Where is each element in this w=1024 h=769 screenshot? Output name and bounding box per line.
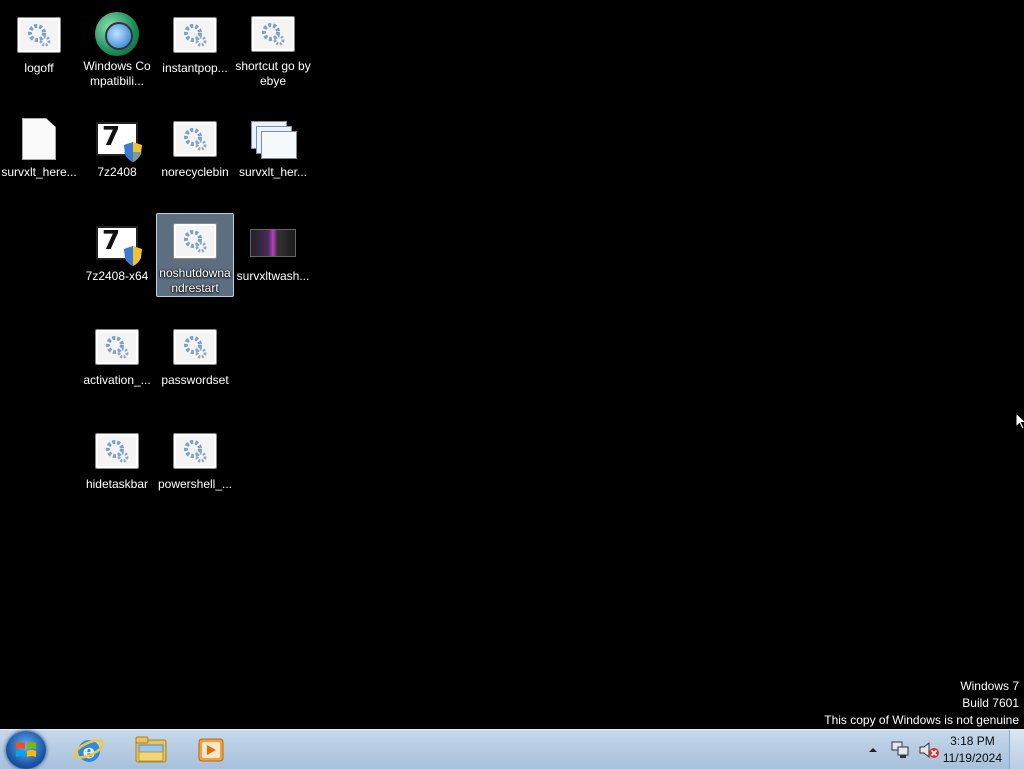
desktop[interactable]: logoff survxlt_here... Windows Compatibi… xyxy=(0,0,1024,729)
icon-label: shortcut go byebye xyxy=(235,59,311,88)
icon-label: passwordset xyxy=(161,373,229,387)
desktop-icon-noshutdownandrestart[interactable]: noshutdownandrestart xyxy=(156,213,234,297)
desktop-icon-survxlt-here[interactable]: survxlt_here... xyxy=(0,110,78,194)
media-player-icon xyxy=(198,738,224,761)
icon-label: 7z2408 xyxy=(97,165,137,179)
taskbar-internet-explorer[interactable]: e xyxy=(60,731,118,768)
script-icon xyxy=(171,218,219,264)
notification-area xyxy=(866,730,940,769)
mouse-cursor-icon xyxy=(1015,412,1024,430)
desktop-icon-survxltwash[interactable]: survxltwash... xyxy=(234,214,312,298)
taskbar[interactable]: e 3:18 PM 11/19/2024 xyxy=(0,729,1024,769)
blank-file-icon xyxy=(15,115,63,163)
taskbar-windows-explorer[interactable] xyxy=(122,731,180,768)
script-icon xyxy=(171,323,219,371)
desktop-icon-hidetaskbar[interactable]: hidetaskbar xyxy=(78,422,156,506)
windows-logo-icon xyxy=(16,742,36,757)
desktop-icon-norecyclebin[interactable]: norecyclebin xyxy=(156,110,234,194)
script-icon xyxy=(93,427,141,475)
show-hidden-icons-chevron-icon[interactable] xyxy=(866,743,880,757)
genuine-watermark: Windows 7 Build 7601 This copy of Window… xyxy=(824,678,1019,729)
desktop-icon-powershell[interactable]: powershell_... xyxy=(156,422,234,506)
icon-label: powershell_... xyxy=(157,477,233,491)
icon-label: logoff xyxy=(24,61,54,75)
network-icon[interactable] xyxy=(890,740,912,760)
icon-label: 7z2408-x64 xyxy=(85,269,149,283)
desktop-icon-instantpop[interactable]: instantpop... xyxy=(156,6,234,90)
icon-label: instantpop... xyxy=(162,61,228,75)
script-icon xyxy=(171,11,219,59)
script-icon xyxy=(93,323,141,371)
icon-label: survxltwash... xyxy=(236,269,310,283)
desktop-icon-7z2408[interactable]: 7 7z2408 xyxy=(78,110,156,194)
image-thumbnail-icon xyxy=(249,219,297,267)
icon-label: norecyclebin xyxy=(161,165,229,179)
watermark-build: Build 7601 xyxy=(962,696,1019,710)
icon-label: survxlt_here... xyxy=(1,165,77,179)
start-button[interactable] xyxy=(6,731,46,769)
internet-explorer-icon: e xyxy=(73,739,105,763)
icon-label: hidetaskbar xyxy=(85,477,149,491)
script-icon xyxy=(249,11,297,57)
icon-label: noshutdownandrestart xyxy=(159,266,231,295)
windows-explorer-icon xyxy=(135,736,167,762)
program-compatibility-icon xyxy=(93,11,141,57)
script-icon xyxy=(15,11,63,59)
show-desktop-button[interactable] xyxy=(1009,730,1024,769)
window-stack-icon xyxy=(249,115,297,163)
desktop-icon-passwordset[interactable]: passwordset xyxy=(156,318,234,402)
volume-muted-icon[interactable] xyxy=(918,740,940,760)
watermark-os: Windows 7 xyxy=(960,679,1019,693)
7zip-installer-icon: 7 xyxy=(93,219,142,267)
icon-label: survxlt_her... xyxy=(238,165,308,179)
clock[interactable]: 3:18 PM 11/19/2024 xyxy=(943,733,1002,767)
clock-date: 11/19/2024 xyxy=(942,751,1002,765)
desktop-icon-survxlt-her[interactable]: survxlt_her... xyxy=(234,110,312,194)
taskbar-media-player[interactable] xyxy=(182,731,240,768)
watermark-genuine-notice: This copy of Windows is not genuine xyxy=(824,713,1019,727)
desktop-icon-windows-compatibility[interactable]: Windows Compatibili... xyxy=(78,6,156,90)
7zip-installer-icon: 7 xyxy=(93,115,142,163)
desktop-icon-shortcut-go-byebye[interactable]: shortcut go byebye xyxy=(234,6,312,90)
desktop-icon-activation[interactable]: activation_... xyxy=(78,318,156,402)
desktop-icon-7z2408-x64[interactable]: 7 7z2408-x64 xyxy=(78,214,156,298)
script-icon xyxy=(171,115,219,163)
desktop-icon-logoff[interactable]: logoff xyxy=(0,6,78,90)
icon-label: activation_... xyxy=(83,373,151,387)
icon-label: Windows Compatibili... xyxy=(83,59,151,88)
clock-time: 3:18 PM xyxy=(950,734,995,748)
script-icon xyxy=(171,427,219,475)
